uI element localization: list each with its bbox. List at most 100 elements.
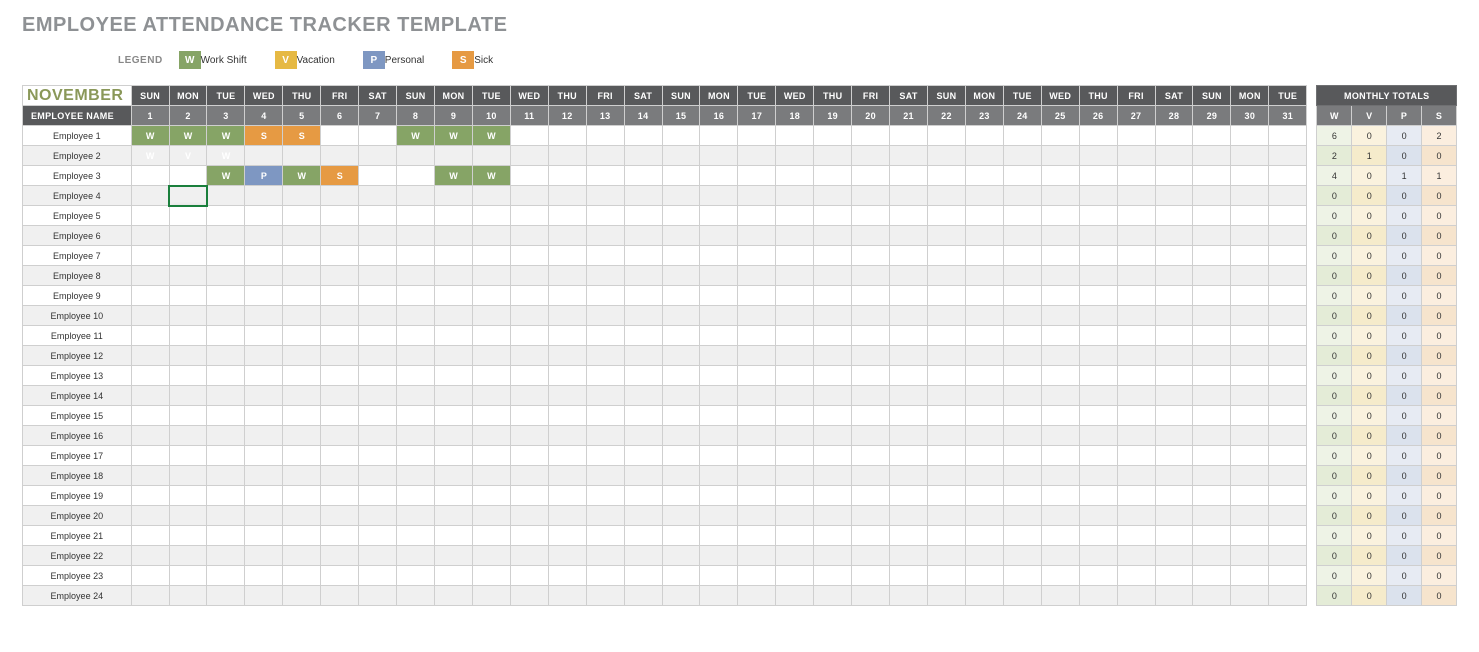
attendance-cell[interactable]: W [207,126,245,146]
attendance-cell[interactable] [472,486,510,506]
attendance-cell[interactable] [928,386,966,406]
attendance-cell[interactable] [472,406,510,426]
attendance-cell[interactable] [1003,426,1041,446]
attendance-cell[interactable] [776,166,814,186]
attendance-cell[interactable] [776,146,814,166]
attendance-cell[interactable] [738,566,776,586]
attendance-cell[interactable] [890,166,928,186]
attendance-cell[interactable]: S [283,126,321,146]
attendance-cell[interactable] [321,326,359,346]
attendance-cell[interactable] [510,526,548,546]
attendance-cell[interactable] [586,366,624,386]
attendance-cell[interactable] [548,466,586,486]
attendance-cell[interactable] [965,326,1003,346]
attendance-cell[interactable]: S [245,126,283,146]
attendance-cell[interactable] [1269,506,1307,526]
attendance-cell[interactable] [1079,286,1117,306]
attendance-cell[interactable] [548,226,586,246]
attendance-cell[interactable] [207,586,245,606]
attendance-cell[interactable]: W [435,166,473,186]
attendance-cell[interactable] [245,566,283,586]
attendance-cell[interactable] [1117,566,1155,586]
attendance-cell[interactable] [321,566,359,586]
attendance-cell[interactable] [1269,526,1307,546]
attendance-cell[interactable] [1155,126,1193,146]
attendance-cell[interactable] [1231,166,1269,186]
attendance-cell[interactable] [1117,386,1155,406]
attendance-cell[interactable] [1155,586,1193,606]
attendance-cell[interactable] [928,246,966,266]
attendance-cell[interactable] [1079,306,1117,326]
attendance-cell[interactable] [245,386,283,406]
attendance-cell[interactable] [890,286,928,306]
attendance-cell[interactable] [548,286,586,306]
attendance-cell[interactable] [207,486,245,506]
attendance-cell[interactable] [359,286,397,306]
attendance-cell[interactable] [131,306,169,326]
attendance-cell[interactable] [510,506,548,526]
attendance-cell[interactable] [359,306,397,326]
attendance-cell[interactable] [169,246,207,266]
attendance-cell[interactable] [1041,466,1079,486]
attendance-cell[interactable] [397,506,435,526]
attendance-cell[interactable] [928,226,966,246]
attendance-cell[interactable] [283,506,321,526]
attendance-cell[interactable] [700,426,738,446]
attendance-cell[interactable] [1117,126,1155,146]
attendance-cell[interactable] [169,286,207,306]
attendance-cell[interactable] [890,186,928,206]
attendance-cell[interactable] [397,466,435,486]
attendance-cell[interactable] [510,226,548,246]
attendance-cell[interactable] [359,486,397,506]
attendance-cell[interactable] [700,526,738,546]
attendance-cell[interactable] [169,166,207,186]
attendance-cell[interactable] [510,486,548,506]
attendance-cell[interactable] [1003,386,1041,406]
attendance-cell[interactable] [207,246,245,266]
attendance-cell[interactable] [776,186,814,206]
attendance-cell[interactable] [283,146,321,166]
attendance-cell[interactable] [1193,286,1231,306]
attendance-cell[interactable] [169,586,207,606]
attendance-cell[interactable] [359,246,397,266]
attendance-cell[interactable] [397,166,435,186]
attendance-cell[interactable] [1117,246,1155,266]
attendance-table[interactable]: NOVEMBERSUNMONTUEWEDTHUFRISATSUNMONTUEWE… [22,85,1457,606]
attendance-cell[interactable] [890,566,928,586]
attendance-cell[interactable] [814,386,852,406]
attendance-cell[interactable] [890,466,928,486]
attendance-cell[interactable] [738,586,776,606]
attendance-cell[interactable] [169,526,207,546]
attendance-cell[interactable] [1193,326,1231,346]
attendance-cell[interactable] [169,426,207,446]
attendance-cell[interactable] [965,306,1003,326]
attendance-cell[interactable] [700,146,738,166]
attendance-cell[interactable] [965,146,1003,166]
attendance-cell[interactable] [1231,246,1269,266]
attendance-cell[interactable] [700,446,738,466]
attendance-cell[interactable] [131,386,169,406]
attendance-cell[interactable] [245,266,283,286]
attendance-cell[interactable] [852,486,890,506]
attendance-cell[interactable] [1193,546,1231,566]
attendance-cell[interactable] [245,406,283,426]
attendance-cell[interactable] [435,226,473,246]
attendance-cell[interactable] [1117,186,1155,206]
attendance-cell[interactable] [1041,566,1079,586]
attendance-cell[interactable] [321,586,359,606]
attendance-cell[interactable] [1193,226,1231,246]
attendance-cell[interactable] [1003,186,1041,206]
attendance-cell[interactable] [1117,446,1155,466]
employee-name-cell[interactable]: Employee 3 [23,166,132,186]
attendance-cell[interactable] [321,266,359,286]
attendance-cell[interactable] [1155,406,1193,426]
attendance-cell[interactable] [700,486,738,506]
attendance-cell[interactable] [1269,306,1307,326]
attendance-cell[interactable] [852,246,890,266]
attendance-cell[interactable] [1003,286,1041,306]
attendance-cell[interactable] [1079,446,1117,466]
attendance-cell[interactable] [814,266,852,286]
attendance-cell[interactable] [283,206,321,226]
attendance-cell[interactable] [510,166,548,186]
employee-name-cell[interactable]: Employee 6 [23,226,132,246]
